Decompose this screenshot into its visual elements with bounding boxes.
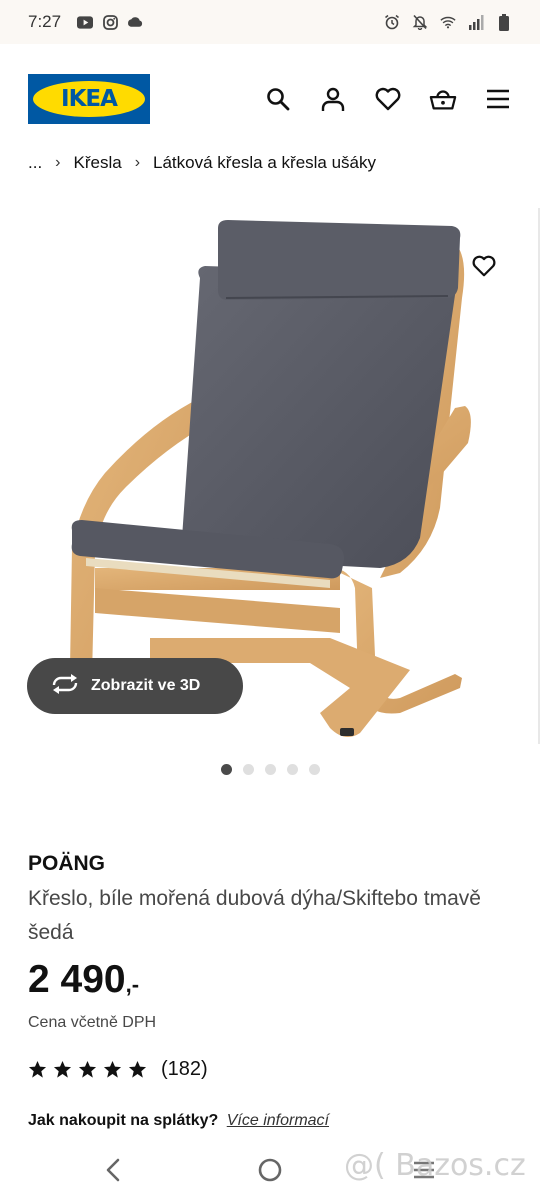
price-amount: 2 490	[28, 958, 126, 1001]
ikea-logo[interactable]: IKEA	[28, 74, 150, 124]
back-icon[interactable]	[100, 1156, 128, 1184]
cloud-icon	[127, 14, 143, 30]
battery-icon	[496, 13, 512, 31]
product-description: Křeslo, bíle mořená dubová dýha/Skiftebo…	[28, 887, 481, 944]
gallery-dot[interactable]	[242, 764, 254, 775]
breadcrumb-more[interactable]: ...	[28, 153, 42, 173]
gallery-pagination	[0, 764, 540, 775]
menu-icon[interactable]	[484, 85, 512, 113]
star-icon	[28, 1060, 47, 1078]
chevron-right-icon: ›	[134, 154, 141, 171]
star-icon	[53, 1060, 72, 1078]
gallery-dot[interactable]	[308, 764, 320, 775]
status-notification-icons	[77, 14, 143, 30]
gallery-dot[interactable]	[264, 764, 276, 775]
status-bar: 7:27	[0, 0, 540, 44]
wifi-icon	[440, 14, 456, 30]
view-3d-button[interactable]: Zobrazit ve 3D	[27, 658, 243, 714]
logo-text: IKEA	[33, 81, 145, 117]
status-system-icons	[384, 13, 512, 31]
signal-icon	[468, 14, 484, 30]
bazos-watermark: @( Bazos.cz	[344, 1148, 526, 1183]
product-price: 2 490 ,-	[28, 958, 139, 1002]
star-icon	[78, 1060, 97, 1078]
price-note: Cena včetně DPH	[28, 1014, 157, 1031]
heart-icon[interactable]	[374, 85, 402, 113]
star-icon	[128, 1060, 147, 1078]
site-header: IKEA	[0, 44, 540, 144]
home-icon[interactable]	[257, 1157, 283, 1183]
chevron-right-icon: ›	[55, 154, 61, 171]
view-3d-label: Zobrazit ve 3D	[91, 677, 201, 694]
breadcrumb-item-kresla[interactable]: Křesla	[74, 153, 122, 173]
price-suffix: ,-	[125, 972, 140, 997]
breadcrumb: ... › Křesla › Látková křesla a křesla u…	[28, 150, 376, 176]
star-icon	[103, 1060, 122, 1078]
user-icon[interactable]	[319, 85, 347, 113]
product-rating[interactable]: (182)	[28, 1058, 208, 1081]
installments-info: Jak nakoupit na splátky? Více informací	[28, 1112, 329, 1130]
review-count[interactable]: (182)	[161, 1058, 208, 1081]
installments-link[interactable]: Více informací	[227, 1112, 329, 1129]
gallery-dot[interactable]	[220, 764, 232, 775]
rotate-3d-icon	[51, 673, 79, 699]
breadcrumb-item-latkova-kresla[interactable]: Látková křesla a křesla ušáky	[153, 153, 376, 173]
rating-stars	[28, 1060, 147, 1079]
youtube-icon	[77, 14, 94, 30]
instagram-icon	[102, 14, 118, 30]
favorite-heart-icon[interactable]	[466, 248, 502, 284]
header-actions	[264, 85, 512, 113]
installments-question: Jak nakoupit na splátky?	[28, 1112, 219, 1129]
status-time: 7:27	[28, 12, 62, 31]
basket-icon[interactable]	[429, 85, 457, 113]
gallery-dot[interactable]	[286, 764, 298, 775]
search-icon[interactable]	[264, 85, 292, 113]
product-name[interactable]: POÄNG	[28, 852, 105, 876]
alarm-icon	[384, 14, 400, 30]
mute-icon	[412, 14, 428, 30]
